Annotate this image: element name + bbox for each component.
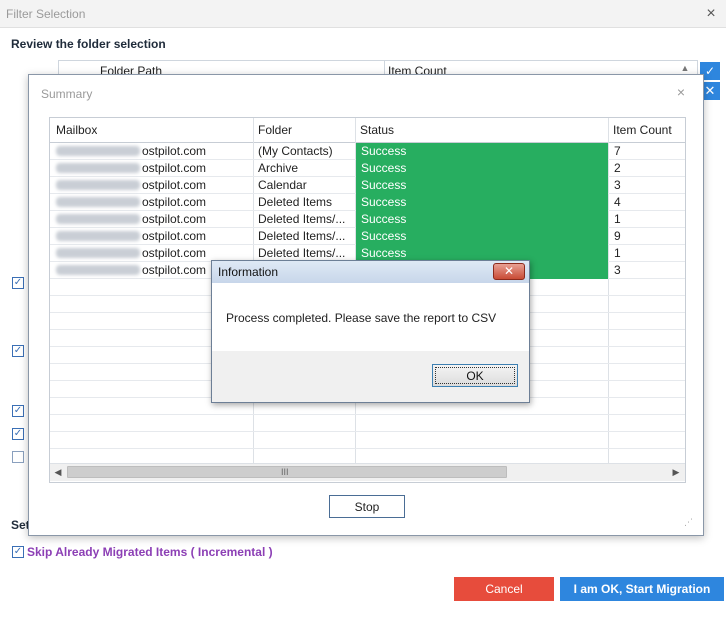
resize-grip-icon[interactable]: ⋰ <box>684 517 693 528</box>
mailbox-cell: ostpilot.com <box>142 178 207 192</box>
information-title: Information <box>218 265 279 279</box>
status-column-header[interactable]: Status <box>360 118 394 142</box>
item-count-cell: 7 <box>614 144 621 158</box>
filter-window-title: Filter Selection <box>6 7 86 21</box>
scroll-up-arrow-icon[interactable]: ▲ <box>678 63 692 73</box>
option-checkbox-2[interactable]: ✓ <box>12 345 24 357</box>
mailbox-column-header[interactable]: Mailbox <box>56 118 97 142</box>
item-count-cell: 9 <box>614 229 621 243</box>
item-count-cell: 3 <box>614 263 621 277</box>
option-checkbox-3[interactable]: ✓ <box>12 405 24 417</box>
scroll-right-arrow-icon[interactable]: ▶ <box>671 466 681 478</box>
item-count-column-header[interactable]: Item Count <box>613 118 672 142</box>
folder-cell: Deleted Items/... <box>258 212 346 226</box>
folder-cell: (My Contacts) <box>258 144 333 158</box>
skip-migrated-label[interactable]: Skip Already Migrated Items ( Incrementa… <box>27 545 273 559</box>
status-cell: Success <box>356 211 608 228</box>
information-close-button[interactable]: ✕ <box>493 263 525 280</box>
folder-cell: Archive <box>258 161 299 175</box>
redacted-mailbox <box>56 197 140 207</box>
status-cell: Success <box>356 194 608 211</box>
folder-cell: Deleted Items <box>258 195 333 209</box>
review-heading: Review the folder selection <box>11 37 166 51</box>
redacted-mailbox <box>56 214 140 224</box>
summary-dialog-title: Summary <box>41 87 93 101</box>
mailbox-cell: ostpilot.com <box>142 246 207 260</box>
status-cell: Success <box>356 228 608 245</box>
status-cell: Success <box>356 143 608 160</box>
item-count-cell: 1 <box>614 246 621 260</box>
redacted-mailbox <box>56 163 140 173</box>
stop-button[interactable]: Stop <box>329 495 405 518</box>
scroll-grip: III <box>281 467 289 477</box>
item-count-cell: 4 <box>614 195 621 209</box>
close-icon[interactable]: × <box>701 4 721 24</box>
information-message: Process completed. Please save the repor… <box>226 311 497 325</box>
start-migration-button[interactable]: I am OK, Start Migration <box>560 577 724 601</box>
filter-window-titlebar <box>0 0 726 28</box>
option-checkbox-1[interactable]: ✓ <box>12 277 24 289</box>
mailbox-cell: ostpilot.com <box>142 263 207 277</box>
redacted-mailbox <box>56 231 140 241</box>
ok-button[interactable]: OK <box>432 364 518 387</box>
cancel-button[interactable]: Cancel <box>454 577 554 601</box>
settings-label: Set <box>11 518 30 532</box>
redacted-mailbox <box>56 180 140 190</box>
item-count-cell: 3 <box>614 178 621 192</box>
folder-column-header[interactable]: Folder <box>258 118 292 142</box>
option-checkbox-5[interactable]: ✓ <box>12 451 24 463</box>
skip-migrated-checkbox[interactable]: ✓ <box>12 546 24 558</box>
item-count-cell: 2 <box>614 161 621 175</box>
redacted-mailbox <box>56 248 140 258</box>
item-count-cell: 1 <box>614 212 621 226</box>
status-cell: Success <box>356 177 608 194</box>
status-cell: Success <box>356 160 608 177</box>
mailbox-cell: ostpilot.com <box>142 195 207 209</box>
mailbox-cell: ostpilot.com <box>142 144 207 158</box>
redacted-mailbox <box>56 265 140 275</box>
summary-close-icon[interactable]: × <box>673 84 689 100</box>
option-checkbox-4[interactable]: ✓ <box>12 428 24 440</box>
folder-cell: Calendar <box>258 178 307 192</box>
folder-cell: Deleted Items/... <box>258 229 346 243</box>
mailbox-cell: ostpilot.com <box>142 229 207 243</box>
mailbox-cell: ostpilot.com <box>142 212 207 226</box>
redacted-mailbox <box>56 146 140 156</box>
mailbox-cell: ostpilot.com <box>142 161 207 175</box>
scroll-left-arrow-icon[interactable]: ◀ <box>53 466 63 478</box>
